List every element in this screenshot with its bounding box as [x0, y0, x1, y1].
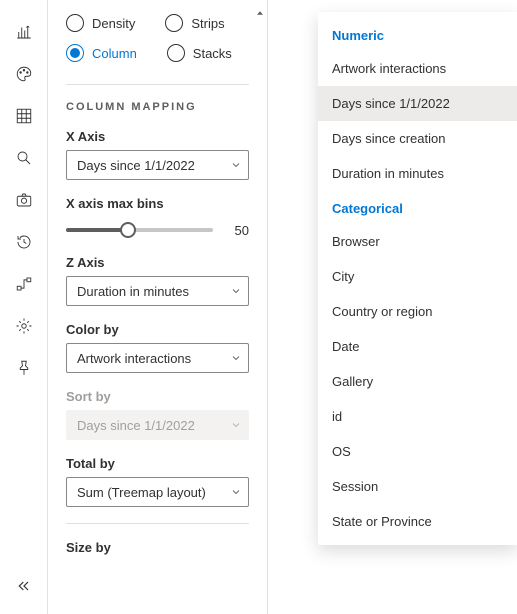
dropdown-section-categorical: Categorical	[318, 191, 517, 224]
dropdown-item[interactable]: State or Province	[318, 504, 517, 539]
sidebar-snapshot[interactable]	[4, 180, 44, 220]
total-by-select[interactable]: Sum (Treemap layout)	[66, 477, 249, 507]
flow-icon	[15, 275, 33, 293]
field-label: X axis max bins	[66, 196, 249, 211]
history-icon	[15, 233, 33, 251]
field-label: Size by	[66, 540, 249, 555]
dropdown-item[interactable]: Gallery	[318, 364, 517, 399]
select-value: Artwork interactions	[77, 351, 191, 366]
x-axis-select[interactable]: Days since 1/1/2022	[66, 150, 249, 180]
palette-icon	[15, 65, 33, 83]
field-label: Sort by	[66, 389, 249, 404]
sidebar-history[interactable]	[4, 222, 44, 262]
radio-icon	[165, 14, 183, 32]
chevron-down-icon	[230, 419, 242, 431]
dropdown-item[interactable]: Artwork interactions	[318, 51, 517, 86]
field-total-by: Total by Sum (Treemap layout)	[66, 456, 249, 507]
pin-icon	[15, 359, 33, 377]
field-x-axis: X Axis Days since 1/1/2022	[66, 129, 249, 180]
chart-type-strips[interactable]: Strips	[165, 10, 224, 36]
field-label: Color by	[66, 322, 249, 337]
dropdown-item[interactable]: Duration in minutes	[318, 156, 517, 191]
field-size-by: Size by	[66, 540, 249, 555]
chart-type-column[interactable]: Column	[66, 40, 137, 66]
sidebar-pin[interactable]	[4, 348, 44, 388]
field-picker-dropdown: Numeric Artwork interactions Days since …	[318, 12, 517, 545]
radio-label: Strips	[191, 16, 224, 31]
field-max-bins: X axis max bins 50	[66, 196, 249, 239]
divider	[66, 84, 249, 85]
dropdown-item[interactable]: Date	[318, 329, 517, 364]
select-value: Sum (Treemap layout)	[77, 485, 206, 500]
dropdown-item[interactable]: Browser	[318, 224, 517, 259]
z-axis-select[interactable]: Duration in minutes	[66, 276, 249, 306]
slider-value: 50	[225, 223, 249, 238]
sidebar-grid[interactable]	[4, 96, 44, 136]
field-sort-by: Sort by Days since 1/1/2022	[66, 389, 249, 440]
sidebar-flow[interactable]	[4, 264, 44, 304]
radio-label: Density	[92, 16, 135, 31]
dropdown-item[interactable]: Session	[318, 469, 517, 504]
chart-type-density[interactable]: Density	[66, 10, 135, 36]
camera-icon	[15, 191, 33, 209]
select-value: Duration in minutes	[77, 284, 189, 299]
chevron-down-icon	[230, 352, 242, 364]
field-label: Z Axis	[66, 255, 249, 270]
field-z-axis: Z Axis Duration in minutes	[66, 255, 249, 306]
scroll-up-indicator[interactable]	[257, 4, 263, 10]
chevron-down-icon	[230, 159, 242, 171]
divider	[66, 523, 249, 524]
chevron-down-icon	[230, 486, 242, 498]
sort-by-select: Days since 1/1/2022	[66, 410, 249, 440]
chevron-double-left-icon	[16, 578, 32, 594]
dropdown-item[interactable]: Days since 1/1/2022	[318, 86, 517, 121]
collapse-sidebar-button[interactable]	[4, 566, 44, 606]
max-bins-slider[interactable]	[66, 221, 213, 239]
grid-icon	[15, 107, 33, 125]
chart-type-stacks[interactable]: Stacks	[167, 40, 232, 66]
radio-icon	[66, 14, 84, 32]
section-header: COLUMN MAPPING	[66, 101, 249, 113]
sidebar-palette[interactable]	[4, 54, 44, 94]
field-color-by: Color by Artwork interactions	[66, 322, 249, 373]
dropdown-item[interactable]: OS	[318, 434, 517, 469]
radio-icon	[167, 44, 185, 62]
dropdown-item[interactable]: Days since creation	[318, 121, 517, 156]
chart-type-group: Density Strips Column Stacks	[66, 10, 249, 66]
dropdown-item[interactable]: Country or region	[318, 294, 517, 329]
properties-panel: Density Strips Column Stacks COLUMN MAPP…	[48, 0, 268, 614]
sidebar-chart[interactable]	[4, 12, 44, 52]
field-label: X Axis	[66, 129, 249, 144]
dropdown-item[interactable]: id	[318, 399, 517, 434]
radio-label: Stacks	[193, 46, 232, 61]
sidebar-settings[interactable]	[4, 306, 44, 346]
radio-icon	[66, 44, 84, 62]
slider-thumb[interactable]	[120, 222, 136, 238]
radio-label: Column	[92, 46, 137, 61]
select-value: Days since 1/1/2022	[77, 158, 195, 173]
dropdown-section-numeric: Numeric	[318, 18, 517, 51]
nav-sidebar	[0, 0, 48, 614]
sidebar-search[interactable]	[4, 138, 44, 178]
bar-chart-icon	[15, 23, 33, 41]
select-value: Days since 1/1/2022	[77, 418, 195, 433]
gear-icon	[15, 317, 33, 335]
chevron-down-icon	[230, 285, 242, 297]
search-icon	[15, 149, 33, 167]
field-label: Total by	[66, 456, 249, 471]
color-by-select[interactable]: Artwork interactions	[66, 343, 249, 373]
dropdown-item[interactable]: City	[318, 259, 517, 294]
